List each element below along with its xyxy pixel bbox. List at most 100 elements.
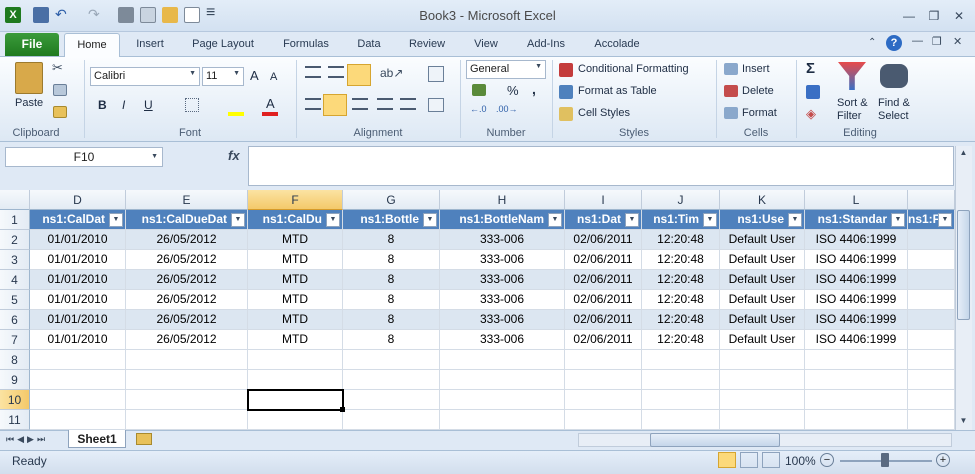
table-cell[interactable]: 26/05/2012 — [126, 230, 248, 250]
filter-dropdown-icon[interactable]: ▼ — [938, 213, 952, 227]
filter-dropdown-icon[interactable]: ▼ — [423, 213, 437, 227]
align-center-icon[interactable] — [323, 94, 347, 116]
table-cell[interactable]: 26/05/2012 — [126, 330, 248, 350]
orientation-icon[interactable]: ab↗ — [380, 66, 403, 80]
empty-cell[interactable] — [343, 370, 440, 390]
table-cell[interactable]: 12:20:48 — [642, 290, 720, 310]
delete-cells-button[interactable]: Delete — [742, 85, 774, 97]
zoom-out-icon[interactable]: − — [820, 453, 834, 467]
row-header[interactable]: 3 — [0, 250, 30, 270]
empty-cell[interactable] — [126, 390, 248, 410]
filter-dropdown-icon[interactable]: ▼ — [326, 213, 340, 227]
bottom-align-icon[interactable] — [347, 64, 371, 86]
increase-decimal-icon[interactable]: ←.0 — [470, 104, 487, 114]
percent-button[interactable]: % — [507, 83, 519, 98]
middle-align-icon[interactable] — [328, 66, 344, 78]
workbook-minimize-icon[interactable]: — — [912, 35, 923, 47]
copy-icon[interactable] — [53, 84, 67, 96]
bold-button[interactable]: B — [98, 98, 107, 112]
table-cell[interactable]: Default User — [720, 310, 805, 330]
filter-dropdown-icon[interactable]: ▼ — [548, 213, 562, 227]
empty-cell[interactable] — [642, 410, 720, 430]
table-cell[interactable]: ISO 4406:1999 — [805, 270, 908, 290]
table-cell[interactable]: 01/01/2010 — [30, 250, 126, 270]
filter-dropdown-icon[interactable]: ▼ — [788, 213, 802, 227]
table-cell[interactable]: Default User — [720, 330, 805, 350]
insert-sheet-icon[interactable] — [136, 433, 152, 445]
table-cell[interactable]: 333-006 — [440, 290, 565, 310]
empty-cell[interactable] — [565, 390, 642, 410]
table-cell[interactable]: Default User — [720, 230, 805, 250]
empty-cell[interactable] — [565, 370, 642, 390]
empty-cell[interactable] — [908, 350, 955, 370]
table-cell[interactable]: 8 — [343, 310, 440, 330]
underline-button[interactable]: U — [144, 98, 153, 112]
table-cell[interactable]: 8 — [343, 330, 440, 350]
empty-cell[interactable] — [30, 370, 126, 390]
tab-formulas[interactable]: Formulas — [276, 38, 336, 50]
vertical-scroll-thumb[interactable] — [957, 210, 970, 320]
empty-cell[interactable] — [440, 350, 565, 370]
tab-accolade[interactable]: Accolade — [588, 38, 646, 50]
format-painter-icon[interactable] — [53, 106, 67, 118]
fill-handle[interactable] — [340, 407, 345, 412]
open-folder-icon[interactable] — [162, 7, 178, 23]
cell-styles-button[interactable]: Cell Styles — [578, 107, 630, 119]
comma-button[interactable]: , — [532, 81, 536, 97]
format-as-table-button[interactable]: Format as Table — [578, 85, 657, 97]
table-cell[interactable] — [908, 310, 955, 330]
increase-indent-icon[interactable] — [400, 98, 416, 110]
row-header[interactable]: 2 — [0, 230, 30, 250]
redo-icon[interactable]: ↷ — [88, 6, 100, 23]
autosum-button[interactable]: Σ — [806, 60, 815, 77]
table-cell[interactable] — [908, 290, 955, 310]
tab-home[interactable]: Home — [64, 33, 120, 57]
row-header[interactable]: 4 — [0, 270, 30, 290]
empty-cell[interactable] — [805, 390, 908, 410]
column-header[interactable]: D — [30, 190, 126, 210]
clear-icon[interactable]: ◈ — [806, 106, 816, 122]
grow-font-button[interactable]: A — [250, 68, 259, 83]
active-cell-f10[interactable] — [247, 389, 344, 411]
find-select-label-2[interactable]: Select — [878, 110, 909, 122]
empty-cell[interactable] — [642, 350, 720, 370]
close-button[interactable]: ✕ — [949, 7, 969, 25]
table-cell[interactable]: MTD — [248, 250, 343, 270]
empty-cell[interactable] — [908, 410, 955, 430]
table-cell[interactable]: 01/01/2010 — [30, 330, 126, 350]
empty-cell[interactable] — [126, 350, 248, 370]
tab-add-ins[interactable]: Add-Ins — [518, 38, 574, 50]
table-cell[interactable]: MTD — [248, 270, 343, 290]
insert-function-button[interactable]: fx — [228, 148, 240, 163]
table-cell[interactable] — [908, 230, 955, 250]
sheet-navigation-icon[interactable]: ⏮◀▶⏭ — [6, 434, 48, 445]
table-cell[interactable] — [908, 270, 955, 290]
table-cell[interactable]: 8 — [343, 250, 440, 270]
filter-dropdown-icon[interactable]: ▼ — [109, 213, 123, 227]
table-cell[interactable]: 333-006 — [440, 330, 565, 350]
name-box[interactable]: F10 ▼ — [5, 147, 163, 167]
excel-logo-icon[interactable]: X — [5, 7, 21, 23]
empty-cell[interactable] — [440, 410, 565, 430]
tab-view[interactable]: View — [466, 38, 506, 50]
cut-icon[interactable]: ✂ — [52, 60, 63, 76]
table-cell[interactable]: 26/05/2012 — [126, 290, 248, 310]
column-header[interactable]: E — [126, 190, 248, 210]
column-header[interactable]: L — [805, 190, 908, 210]
paste-icon[interactable] — [15, 62, 43, 94]
table-cell[interactable]: 26/05/2012 — [126, 270, 248, 290]
empty-cell[interactable] — [805, 350, 908, 370]
table-header-cell[interactable]: ns1:CalDueDat — [126, 210, 248, 230]
table-header-cell[interactable]: ns1:BottleNam — [440, 210, 565, 230]
tab-data[interactable]: Data — [350, 38, 388, 50]
table-cell[interactable]: 02/06/2011 — [565, 330, 642, 350]
column-header[interactable]: G — [343, 190, 440, 210]
format-cells-button[interactable]: Format — [742, 107, 777, 119]
table-cell[interactable]: 02/06/2011 — [565, 290, 642, 310]
table-cell[interactable]: 12:20:48 — [642, 330, 720, 350]
empty-cell[interactable] — [805, 370, 908, 390]
table-cell[interactable]: MTD — [248, 310, 343, 330]
table-cell[interactable]: 26/05/2012 — [126, 250, 248, 270]
empty-cell[interactable] — [720, 370, 805, 390]
empty-cell[interactable] — [30, 390, 126, 410]
